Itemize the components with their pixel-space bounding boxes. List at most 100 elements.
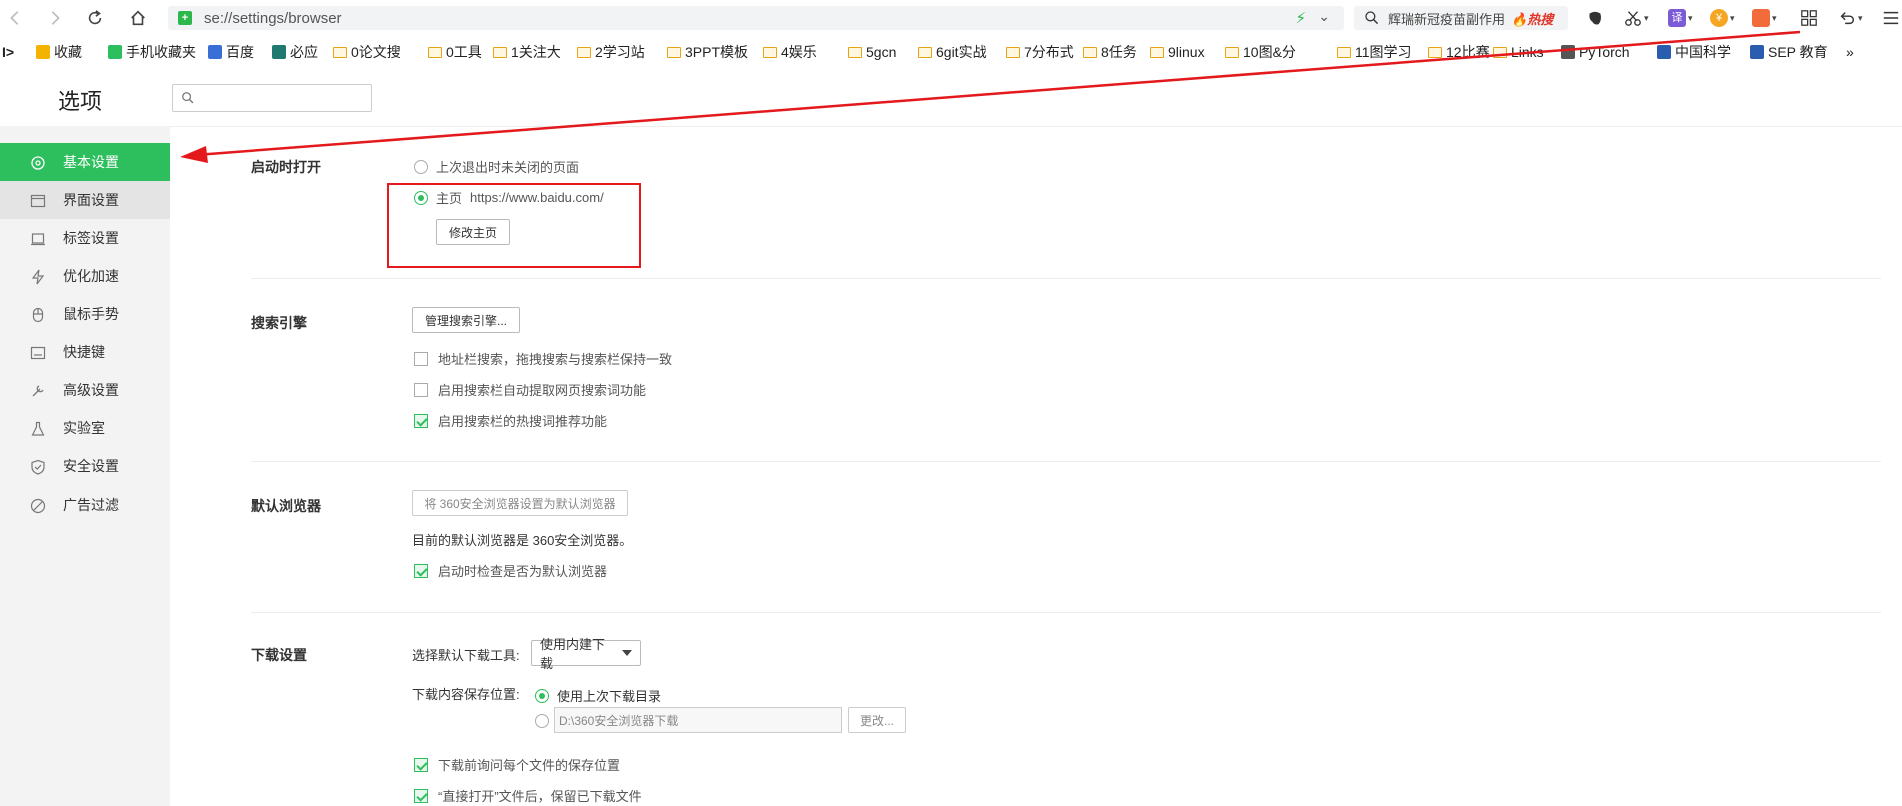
bookmark-folder[interactable]: 8任务 <box>1083 42 1137 62</box>
sidebar-item-target[interactable]: 基本设置 <box>0 143 170 181</box>
bookmark-folder[interactable]: 2学习站 <box>577 42 645 62</box>
option-label: 启用搜索栏自动提取网页搜索词功能 <box>438 383 647 398</box>
checkbox-checked[interactable] <box>414 413 428 428</box>
download-tool-select[interactable]: 使用内建下载 <box>531 637 641 671</box>
sidebar-item-flask[interactable]: 实验室 <box>0 409 170 447</box>
game-extension[interactable]: ▾ <box>1752 7 1777 29</box>
checkbox[interactable] <box>414 382 428 397</box>
bookmarks-more-button[interactable]: » <box>1846 42 1854 62</box>
address-text[interactable]: se://settings/browser <box>204 10 342 27</box>
set-default-browser-button[interactable]: 将 360安全浏览器设置为默认浏览器 <box>412 490 628 516</box>
apps-button[interactable] <box>1800 7 1818 29</box>
folder-icon <box>577 46 591 58</box>
chevron-down-icon[interactable]: ⌄ <box>1318 8 1330 25</box>
reload-button[interactable] <box>82 5 108 31</box>
bookmark-folder[interactable]: 12比赛 <box>1428 42 1490 62</box>
bookmark-folder[interactable]: 7分布式 <box>1006 42 1074 62</box>
radio-last-session[interactable] <box>414 159 428 174</box>
ask-save-location-option[interactable]: 下载前询问每个文件的保存位置 <box>414 755 620 774</box>
hot-search-text[interactable]: 辉瑞新冠疫苗副作用 <box>1388 9 1505 28</box>
bookmark-sep[interactable]: SEP 教育 <box>1750 42 1828 62</box>
keyboard-icon <box>30 346 46 360</box>
use-last-dir-option[interactable]: 使用上次下载目录 <box>535 686 661 705</box>
bookmark-page[interactable]: PyTorch <box>1561 42 1630 62</box>
back-button[interactable] <box>2 5 28 31</box>
bookmark-folder[interactable]: 3PPT模板 <box>667 42 748 62</box>
sidebar-item-tools[interactable]: 高级设置 <box>0 371 170 409</box>
sidebar-item-label: 优化加速 <box>63 268 119 284</box>
bookmarks-toggle-icon[interactable]: I> <box>2 42 14 62</box>
bookmark-folder[interactable]: 9linux <box>1150 42 1205 62</box>
search-option-sync[interactable]: 地址栏搜索，拖拽搜索与搜索栏保持一致 <box>414 349 672 368</box>
menu-button[interactable] <box>1882 7 1900 29</box>
sidebar-item-window[interactable]: 界面设置 <box>0 181 170 219</box>
checkbox-checked[interactable] <box>414 757 428 772</box>
change-path-button[interactable]: 更改... <box>848 707 906 733</box>
sidebar-item-bolt[interactable]: 优化加速 <box>0 257 170 295</box>
bookmark-label: 中国科学 <box>1675 44 1731 60</box>
home-button[interactable] <box>125 5 151 31</box>
forward-button[interactable] <box>42 5 68 31</box>
option-label: “直接打开”文件后，保留已下载文件 <box>438 789 642 804</box>
bookmark-baidu[interactable]: 百度 <box>208 42 254 62</box>
startup-option-last-session[interactable]: 上次退出时未关闭的页面 <box>414 157 579 176</box>
browser-window: + se://settings/browser ⚡ ⌄ 辉瑞新冠疫苗副作用 🔥热… <box>0 0 1902 806</box>
checkbox[interactable] <box>414 351 428 366</box>
sidebar-item-label: 快捷键 <box>63 344 105 360</box>
bookmark-label: 0工具 <box>446 44 482 60</box>
annotation-arrow <box>180 30 1801 163</box>
address-bar[interactable]: + se://settings/browser ⚡ ⌄ <box>168 6 1344 30</box>
sidebar-item-tab[interactable]: 标签设置 <box>0 219 170 257</box>
sidebar-item-ban[interactable]: 广告过滤 <box>0 486 170 524</box>
bookmark-folder[interactable]: 0论文搜 <box>333 42 401 62</box>
header-divider <box>0 126 1902 127</box>
download-tool-value: 使用内建下载 <box>540 637 606 671</box>
bookmark-bing[interactable]: 必应 <box>272 42 318 62</box>
star-icon <box>36 45 50 59</box>
bookmark-mail[interactable]: 中国科学 <box>1657 42 1731 62</box>
checkbox-checked[interactable] <box>414 788 428 803</box>
home-icon <box>131 10 145 26</box>
bookmark-folder[interactable]: 5gcn <box>848 42 896 62</box>
bookmark-folder[interactable]: 1关注大 <box>493 42 561 62</box>
checkbox-checked[interactable] <box>414 563 428 578</box>
bookmark-phone[interactable]: 手机收藏夹 <box>108 42 196 62</box>
manage-search-engines-button[interactable]: 管理搜索引擎... <box>412 307 520 333</box>
settings-search-input[interactable] <box>201 90 371 106</box>
bookmark-folder[interactable]: 0工具 <box>428 42 482 62</box>
undo-close-button[interactable]: ▾ <box>1838 7 1863 29</box>
sidebar-item-shield[interactable]: 安全设置 <box>0 447 170 485</box>
evernote-extension[interactable] <box>1586 7 1604 29</box>
bookmark-folder[interactable]: 10图&分 <box>1225 42 1296 62</box>
bing-icon <box>272 45 286 59</box>
radio-custom-dir[interactable] <box>535 714 549 728</box>
check-default-on-startup[interactable]: 启动时检查是否为默认浏览器 <box>414 561 607 580</box>
bookmark-folder[interactable]: Links <box>1493 42 1544 62</box>
bookmark-label: 必应 <box>290 44 318 60</box>
browser-toolbar: + se://settings/browser ⚡ ⌄ 辉瑞新冠疫苗副作用 🔥热… <box>0 0 1902 36</box>
bookmark-label: 百度 <box>226 44 254 60</box>
option-label: 启动时检查是否为默认浏览器 <box>438 564 608 579</box>
sidebar-item-mouse[interactable]: 鼠标手势 <box>0 295 170 333</box>
translate-extension[interactable]: 译 ▾ <box>1668 7 1693 29</box>
coupon-extension[interactable]: ¥ ▾ <box>1710 7 1735 29</box>
speed-mode-icon[interactable]: ⚡ <box>1295 9 1306 27</box>
bookmark-star[interactable]: 收藏 <box>36 42 82 62</box>
bookmark-folder[interactable]: 11图学习 <box>1337 42 1412 62</box>
screenshot-extension[interactable]: ▾ <box>1624 7 1649 29</box>
bookmark-label: PyTorch <box>1579 44 1630 60</box>
section-divider <box>251 278 1881 279</box>
bookmark-folder[interactable]: 6git实战 <box>918 42 987 62</box>
toolbar-search-box[interactable]: 辉瑞新冠疫苗副作用 🔥热搜 <box>1354 6 1568 30</box>
caret-down-icon: ▾ <box>1688 12 1693 23</box>
settings-search[interactable] <box>172 84 372 112</box>
radio-use-last-dir[interactable] <box>535 688 549 703</box>
sidebar-item-keyboard[interactable]: 快捷键 <box>0 333 170 371</box>
search-option-extract[interactable]: 启用搜索栏自动提取网页搜索词功能 <box>414 380 646 399</box>
sidebar-item-label: 标签设置 <box>63 230 119 246</box>
download-path-input[interactable]: D:\360安全浏览器下载 <box>554 707 842 733</box>
search-option-hot[interactable]: 启用搜索栏的热搜词推荐功能 <box>414 411 607 430</box>
bookmark-folder[interactable]: 4娱乐 <box>763 42 817 62</box>
keep-after-open-option[interactable]: “直接打开”文件后，保留已下载文件 <box>414 786 642 805</box>
folder-icon <box>1225 46 1239 58</box>
